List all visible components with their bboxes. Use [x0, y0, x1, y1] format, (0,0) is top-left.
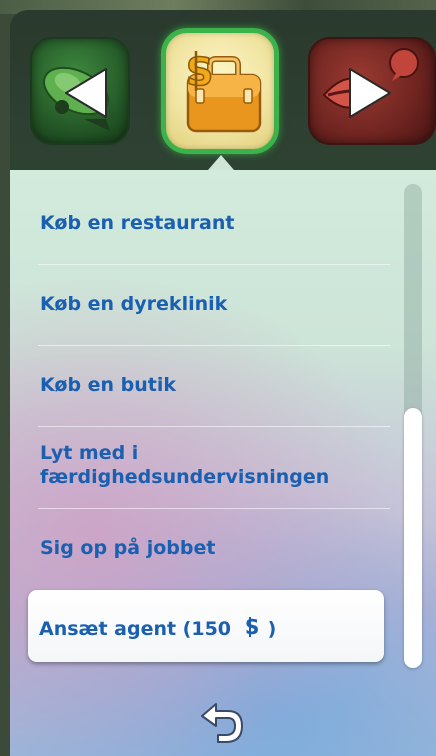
divider — [38, 345, 390, 346]
career-category-button[interactable]: S — [161, 28, 279, 154]
list-item-label: Sig op på jobbet — [40, 537, 216, 559]
selection-pointer — [208, 155, 234, 170]
list-item-quit-job[interactable]: Sig op på jobbet — [40, 536, 390, 560]
category-header: S — [10, 10, 436, 170]
list-item-label-line2: færdighedsundervisningen — [40, 466, 330, 488]
previous-category-button[interactable] — [30, 37, 130, 145]
right-arrow-icon — [349, 68, 391, 118]
list-item-buy-store[interactable]: Køb en butik — [40, 373, 390, 397]
divider — [38, 508, 390, 509]
next-category-button[interactable] — [308, 37, 436, 145]
list-item-buy-restaurant[interactable]: Køb en restaurant — [40, 211, 390, 235]
list-item-label: Køb en dyreklinik — [40, 293, 228, 315]
back-arrow-icon — [201, 703, 243, 743]
divider — [38, 264, 390, 265]
divider — [38, 426, 390, 427]
briefcase-simoleon-icon: S — [185, 49, 262, 133]
list-item-label-line1: Lyt med i — [40, 442, 139, 464]
pie-menu-panel: S Køb en restaurant Køb en dyreklinik Kø… — [10, 10, 436, 756]
svg-text:S: S — [245, 616, 259, 638]
list-item-label: Køb en butik — [40, 374, 177, 396]
list-item-label: Køb en restaurant — [40, 212, 235, 234]
list-item-hire-agent[interactable]: Ansæt agent (150 S ) — [28, 590, 384, 662]
scrollbar-thumb[interactable] — [404, 408, 422, 668]
interaction-list: Køb en restaurant Køb en dyreklinik Køb … — [10, 170, 436, 756]
back-button[interactable] — [190, 700, 250, 748]
simoleon-icon: S — [245, 615, 259, 639]
list-item-listen-skill-class[interactable]: Lyt med i færdighedsundervisningen — [40, 441, 390, 489]
hire-agent-label: Ansæt agent (150 S ) — [39, 615, 277, 640]
left-arrow-icon — [65, 68, 107, 118]
list-item-buy-vet-clinic[interactable]: Køb en dyreklinik — [40, 292, 390, 316]
svg-text:S: S — [186, 50, 213, 94]
